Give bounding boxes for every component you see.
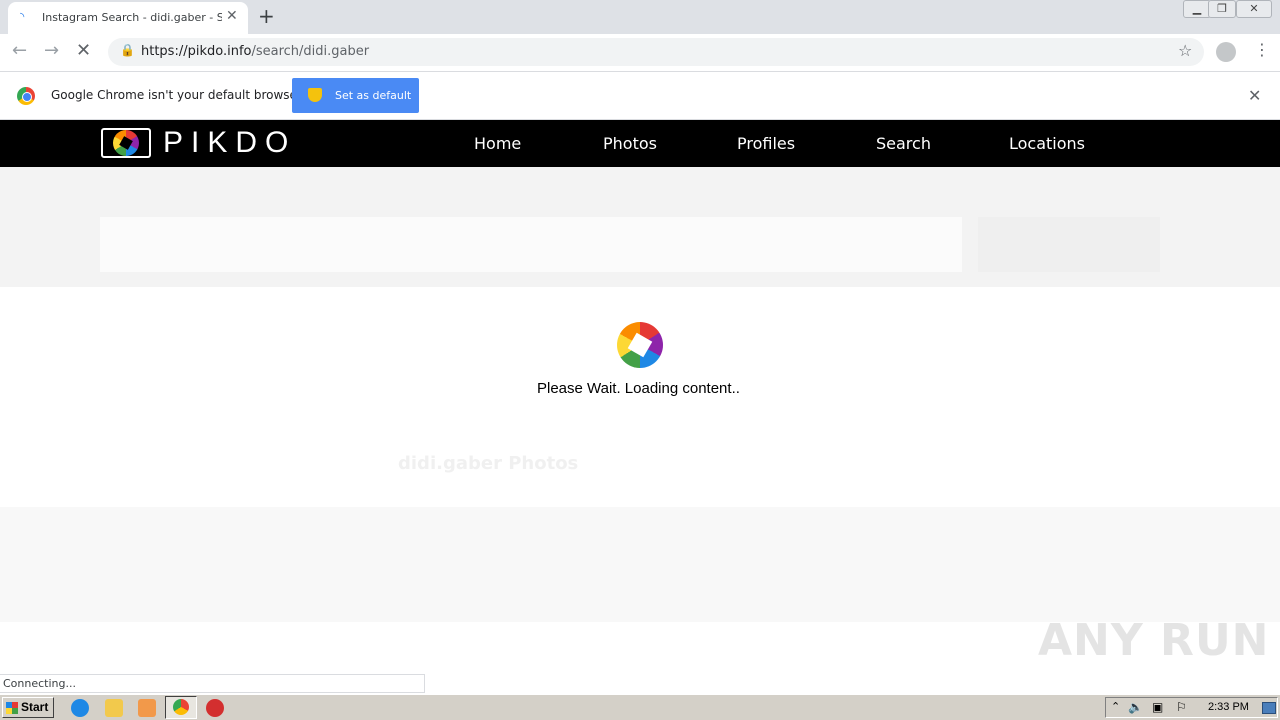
taskbar-clock[interactable]: 2:33 PM [1208,701,1249,713]
nav-search[interactable]: Search [876,134,931,153]
back-icon[interactable]: ← [12,40,27,61]
windows-taskbar: Start ⌃ 🔈 ▣ ⚐ 2:33 PM [0,694,1280,720]
volume-icon[interactable]: 🔈 [1128,700,1143,714]
results-heading: didi.gaber Photos [398,453,579,474]
site-navbar: PIKDO Home Photos Profiles Search Locati… [0,120,1280,167]
anyrun-watermark: ANY RUN [1038,615,1270,666]
tab-title: Instagram Search - didi.gaber - Se [42,11,222,24]
status-bubble: Connecting... [0,674,425,693]
url-host: https://pikdo.info [141,44,252,59]
browser-toolbar: ← → ✕ 🔒 https://pikdo.info/search/didi.g… [0,34,1280,72]
search-input[interactable] [100,217,962,272]
stop-icon[interactable]: ✕ [76,40,91,61]
url-path: /search/didi.gaber [251,44,370,59]
page-footer [0,507,1280,622]
set-as-default-label: Set as default [335,89,412,102]
set-as-default-button[interactable]: Set as default [292,78,419,113]
results-area [0,287,1280,507]
uac-shield-icon [308,88,322,102]
explorer-folder-icon[interactable] [105,699,123,717]
stop-sign-icon[interactable] [206,699,224,717]
default-browser-infobar: Google Chrome isn't your default browser… [0,72,1280,120]
address-bar[interactable]: 🔒 https://pikdo.info/search/didi.gaber ☆ [108,38,1204,66]
minimize-icon[interactable]: ▁ [1183,0,1211,18]
network-icon[interactable]: ▣ [1152,700,1163,714]
nav-profiles[interactable]: Profiles [737,134,795,153]
profile-avatar-icon[interactable] [1216,42,1236,62]
browser-tab[interactable]: ◝ Instagram Search - didi.gaber - Se ✕ [8,2,248,34]
infobar-message: Google Chrome isn't your default browser [51,88,302,102]
loading-spinner-icon [617,322,663,368]
tab-strip: ◝ Instagram Search - didi.gaber - Se ✕ +… [0,0,1280,34]
chrome-icon [173,699,189,715]
loading-message: Please Wait. Loading content.. [537,380,740,397]
infobar-close-icon[interactable]: ✕ [1248,86,1261,105]
forward-icon[interactable]: → [44,40,59,61]
new-tab-icon[interactable]: + [258,4,275,28]
nav-locations[interactable]: Locations [1009,134,1085,153]
windows-flag-icon [6,702,18,714]
ie-icon[interactable] [71,699,89,717]
loading-favicon-icon: ◝ [20,10,25,23]
system-tray: ⌃ 🔈 ▣ ⚐ 2:33 PM [1105,697,1278,718]
show-desktop-icon[interactable] [1262,702,1276,714]
start-button[interactable]: Start [2,697,54,718]
lock-icon[interactable]: 🔒 [120,43,135,57]
tab-close-icon[interactable]: ✕ [226,8,238,24]
search-button[interactable] [978,217,1160,272]
media-player-icon[interactable] [138,699,156,717]
site-logo-text[interactable]: PIKDO [163,126,296,160]
start-label: Start [21,700,49,714]
bookmark-star-icon[interactable]: ☆ [1178,41,1192,60]
chrome-logo-icon [17,87,35,105]
taskbar-chrome-button[interactable] [165,696,197,719]
pikdo-logo-icon[interactable] [101,128,151,158]
chrome-menu-icon[interactable]: ⋮ [1254,40,1270,59]
action-center-flag-icon[interactable]: ⚐ [1176,700,1187,714]
restore-icon[interactable]: ❐ [1208,0,1236,18]
tray-expand-icon[interactable]: ⌃ [1111,700,1120,713]
url-text[interactable]: https://pikdo.info/search/didi.gaber [141,44,369,59]
window-close-icon[interactable]: ✕ [1236,0,1272,18]
nav-home[interactable]: Home [474,134,521,153]
search-hero [0,167,1280,287]
nav-photos[interactable]: Photos [603,134,657,153]
